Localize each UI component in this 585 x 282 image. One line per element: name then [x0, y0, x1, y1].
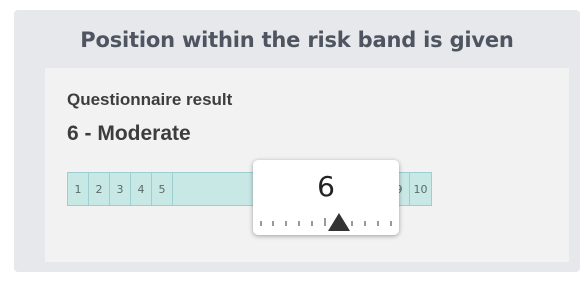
scale-cell: 2 [89, 173, 110, 205]
band-magnifier: 6 [253, 160, 399, 235]
band-ruler [260, 213, 392, 231]
questionnaire-label: Questionnaire result [67, 90, 233, 109]
result-card: Questionnaire result 6 - Moderate 1 2 3 … [45, 68, 569, 262]
scale-cell: 10 [413, 182, 428, 196]
scale-cell: 4 [131, 173, 152, 205]
panel-heading: Position within the risk band is given [80, 28, 514, 52]
scale-cell: 1 [68, 173, 89, 205]
triangle-pointer-icon [328, 213, 350, 231]
scale-cell: 5 [152, 173, 173, 205]
questionnaire-result: 6 - Moderate [67, 122, 191, 145]
info-panel: Position within the risk band is given Q… [14, 10, 580, 272]
scale-cell: 3 [110, 173, 131, 205]
